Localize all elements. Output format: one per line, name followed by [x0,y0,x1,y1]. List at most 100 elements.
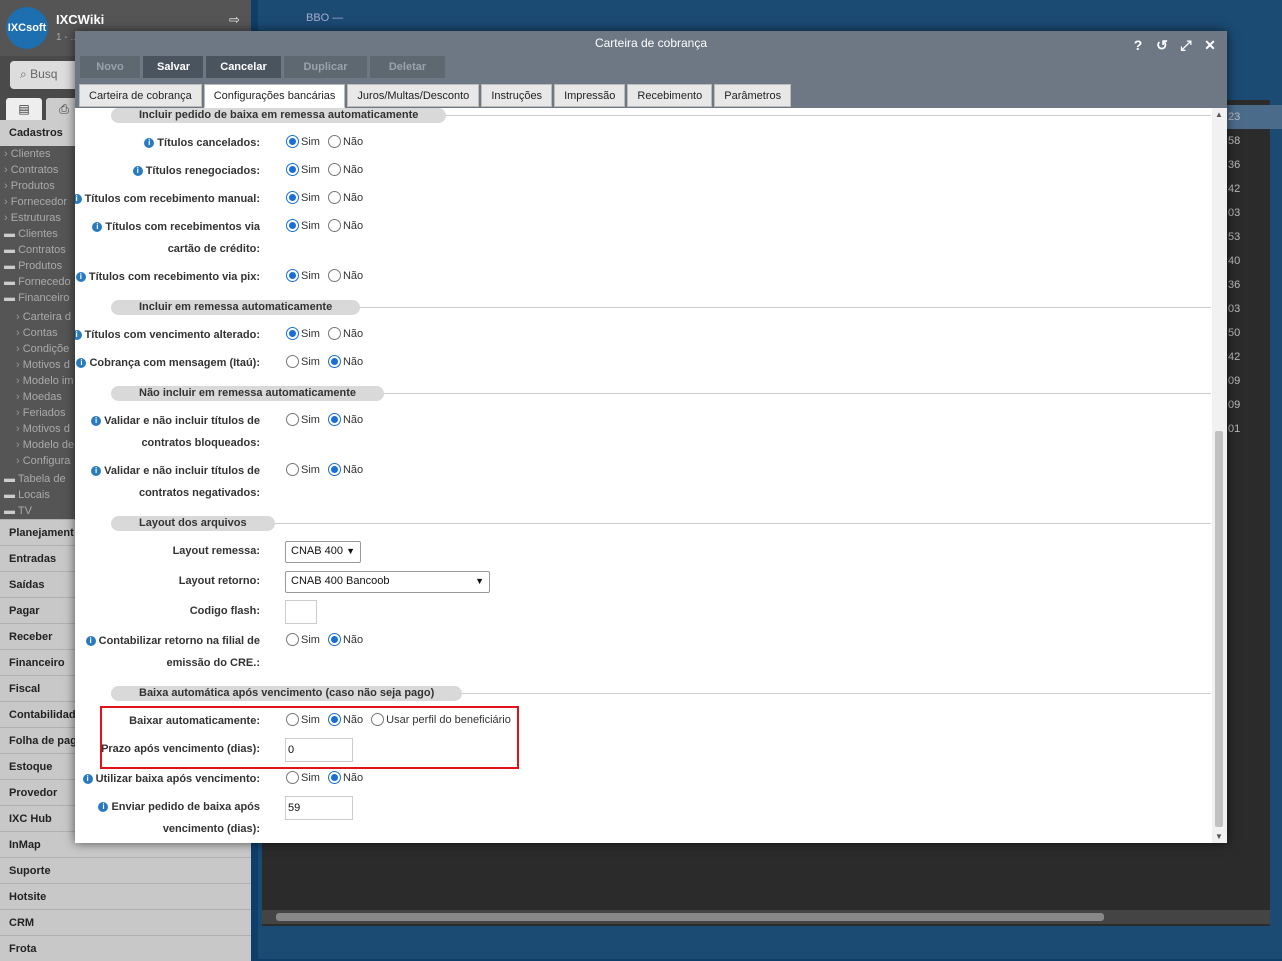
tab-instrucoes[interactable]: Instruções [481,84,553,107]
radio-nao[interactable]: Não [327,191,363,204]
radio-perfil[interactable]: Usar perfil do beneficiário [371,713,511,726]
chevron-right-icon: › [16,327,23,339]
deletar-button[interactable]: Deletar [370,56,445,78]
sidebar-group-16[interactable]: Frota [0,935,251,961]
radio-sim[interactable]: Sim [286,771,320,784]
novo-button[interactable]: Novo [80,56,140,78]
radio-circle-icon[interactable] [286,327,299,340]
radio-nao[interactable]: Não [327,413,363,426]
radio-sim[interactable]: Sim [286,327,320,340]
sidebar-group-14[interactable]: Hotsite [0,883,251,909]
info-icon[interactable]: i [82,774,93,784]
radio-circle-icon[interactable] [286,355,299,368]
tab-configuracoes-bancarias[interactable]: Configurações bancárias [203,84,346,108]
enviar-baixa-input[interactable]: 59 [285,796,353,820]
info-icon[interactable]: i [75,194,82,204]
radio-sim[interactable]: Sim [286,135,320,148]
radio-circle-icon[interactable] [286,191,299,204]
radio-nao[interactable]: Não [327,135,363,148]
radio-circle-icon[interactable] [286,413,299,426]
radio-label: Sim [301,328,320,340]
bg-scroll-thumb[interactable] [276,913,1104,921]
layout-remessa-select[interactable]: CNAB 400 ▼ [285,541,361,563]
radio-circle-icon[interactable] [286,269,299,282]
radio-circle-icon[interactable] [327,771,341,784]
radio-circle-icon[interactable] [286,135,299,148]
scroll-thumb[interactable] [1215,431,1223,827]
info-icon[interactable]: i [98,802,109,812]
radio-sim[interactable]: Sim [286,633,320,646]
tab-parametros[interactable]: Parâmetros [714,84,792,107]
radio-circle-icon[interactable] [327,163,341,176]
radio-circle-icon[interactable] [327,327,341,340]
salvar-button[interactable]: Salvar [143,56,203,78]
tab-juros-multas[interactable]: Juros/Multas/Desconto [347,84,480,107]
radio-circle-icon[interactable] [327,135,341,148]
tab-carteira[interactable]: Carteira de cobrança [79,84,202,107]
radio-circle-icon[interactable] [327,191,341,204]
radio-circle-icon[interactable] [327,219,341,232]
radio-nao[interactable]: Não [327,355,363,368]
radio-nao[interactable]: Não [327,713,363,726]
info-icon[interactable]: i [91,466,102,476]
info-icon[interactable]: i [132,166,143,176]
select-value: CNAB 400 [291,545,343,557]
radio-circle-icon[interactable] [327,269,341,282]
layout-retorno-select[interactable]: CNAB 400 Bancoob ▼ [285,571,490,593]
radio-sim[interactable]: Sim [286,191,320,204]
radio-circle-icon[interactable] [286,219,299,232]
scroll-down-icon[interactable]: ▼ [1215,832,1223,841]
info-icon[interactable]: i [76,358,87,368]
info-icon[interactable]: i [92,222,103,232]
radio-circle-icon[interactable] [286,771,299,784]
radio-sim[interactable]: Sim [286,413,320,426]
tab-impressao[interactable]: Impressão [554,84,626,107]
radio-circle-icon[interactable] [327,633,341,646]
radio-sim[interactable]: Sim [286,163,320,176]
radio-sim[interactable]: Sim [286,269,320,282]
radio-circle-icon[interactable] [327,413,341,426]
radio-circle-icon[interactable] [286,163,299,176]
radio-sim[interactable]: Sim [286,713,320,726]
app-logo[interactable]: IXCsoft [6,7,48,49]
radio-nao[interactable]: Não [327,219,363,232]
radio-nao[interactable]: Não [327,633,363,646]
sidebar-group-13[interactable]: Suporte [0,857,251,883]
radio-circle-icon[interactable] [327,355,341,368]
info-icon[interactable]: i [75,272,86,282]
maximize-icon[interactable]: ⤢ [1177,37,1195,54]
radio-group-cancelados: Sim Não [286,135,371,148]
history-icon[interactable]: ↺ [1153,37,1171,54]
radio-circle-icon[interactable] [286,633,299,646]
list-icon[interactable]: ▤ [6,98,42,120]
info-icon[interactable]: i [85,636,96,646]
radio-sim[interactable]: Sim [286,219,320,232]
prazo-input[interactable]: 0 [285,738,353,762]
radio-nao[interactable]: Não [327,269,363,282]
radio-nao[interactable]: Não [327,771,363,784]
bg-horizontal-scrollbar[interactable] [262,910,1270,924]
vertical-scrollbar[interactable]: ▲ ▼ [1212,108,1227,843]
radio-circle-icon[interactable] [286,713,299,726]
radio-circle-icon[interactable] [371,713,385,726]
duplicar-button[interactable]: Duplicar [284,56,367,78]
radio-circle-icon[interactable] [327,463,341,476]
cancelar-button[interactable]: Cancelar [206,56,281,78]
sidebar-group-15[interactable]: CRM [0,909,251,935]
radio-sim[interactable]: Sim [286,463,320,476]
logout-icon[interactable]: ⇨ [229,12,240,28]
codigo-flash-input[interactable] [285,600,317,624]
tab-recebimento[interactable]: Recebimento [627,84,713,107]
close-icon[interactable]: ✕ [1201,37,1219,54]
radio-nao[interactable]: Não [327,327,363,340]
info-icon[interactable]: i [75,330,82,340]
radio-circle-icon[interactable] [286,463,299,476]
scroll-up-icon[interactable]: ▲ [1215,110,1223,119]
radio-sim[interactable]: Sim [286,355,320,368]
info-icon[interactable]: i [91,416,102,426]
radio-circle-icon[interactable] [327,713,341,726]
radio-nao[interactable]: Não [327,463,363,476]
help-icon[interactable]: ? [1129,37,1147,54]
info-icon[interactable]: i [144,138,155,148]
radio-nao[interactable]: Não [327,163,363,176]
